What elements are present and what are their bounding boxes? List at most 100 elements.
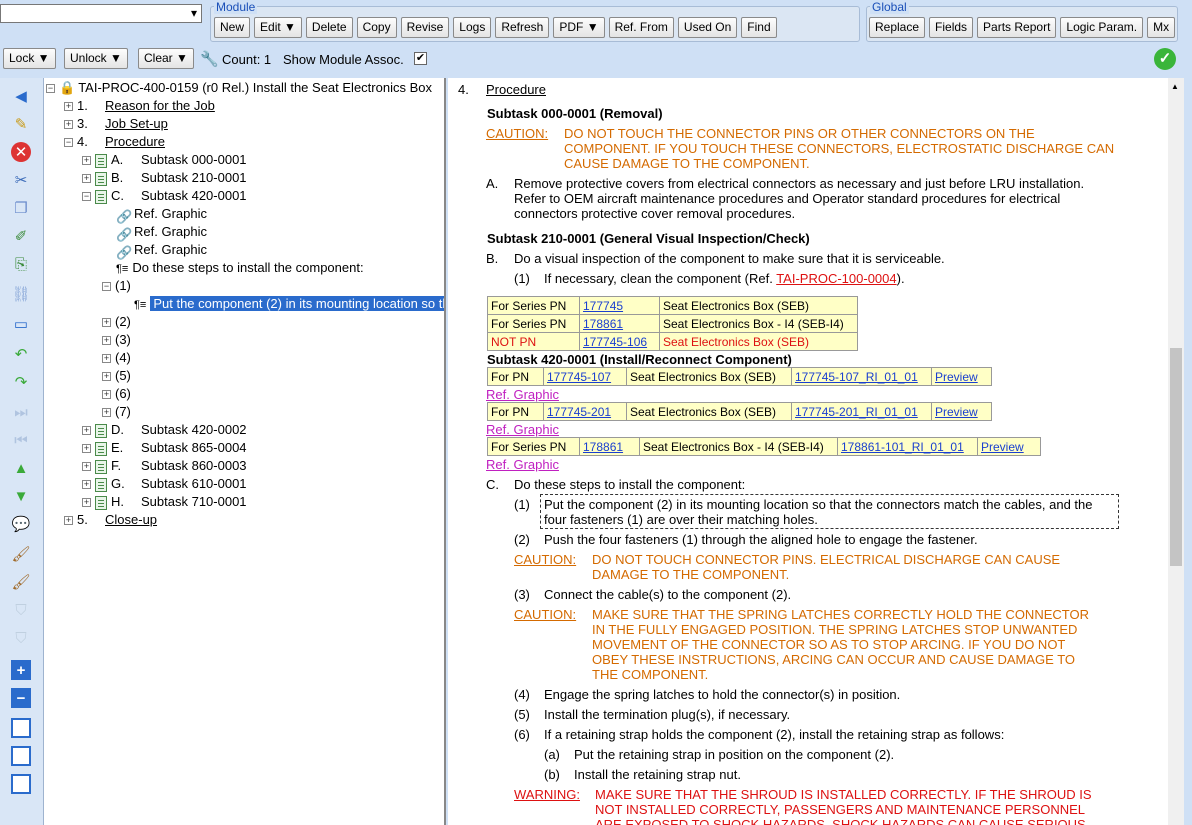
tree-item-step-2[interactable]: + (2) — [102, 313, 131, 331]
redo-icon[interactable]: ↷ — [11, 372, 31, 392]
module-button-ref-from[interactable]: Ref. From — [608, 17, 674, 38]
tree-item-subtask-b[interactable]: + B. Subtask 210-0001 — [82, 169, 247, 187]
show-assoc-checkbox[interactable]: ✔ — [414, 52, 427, 65]
tree-item-step-4[interactable]: + (4) — [102, 349, 131, 367]
paragraph-icon: ¶≡ — [134, 299, 147, 311]
step-text: Install the termination plug(s), if nece… — [544, 707, 791, 722]
clear-button[interactable]: Clear ▼ — [138, 48, 194, 69]
tree-item-step-7[interactable]: + (7) — [102, 403, 131, 421]
tree-panel: − 🔒 TAI-PROC-400-0159 (r0 Rel.) Install th… — [44, 78, 446, 825]
paste-edit-icon[interactable]: ✐ — [11, 226, 31, 246]
ref-graphic-link[interactable]: Ref. Graphic — [486, 422, 559, 437]
tree-item-steps[interactable]: ¶≡ Do these steps to install the componen… — [116, 259, 364, 277]
tree-root[interactable]: − 🔒 TAI-PROC-400-0159 (r0 Rel.) Install th… — [46, 79, 432, 97]
global-button-mx[interactable]: Mx — [1147, 17, 1176, 38]
brush-2-icon[interactable]: 🖌 — [11, 572, 31, 592]
module-button-refresh[interactable]: Refresh — [495, 17, 550, 38]
ok-check-icon[interactable]: ✓ — [1154, 48, 1176, 70]
previous-icon: ⏮ — [14, 431, 28, 449]
global-group-label: Global — [870, 0, 909, 14]
move-down-icon[interactable]: ▼ — [11, 486, 31, 506]
link-icon[interactable]: ⛓ — [11, 284, 31, 304]
clipboard-icon[interactable]: ▭ — [11, 314, 31, 334]
caution-text: COMPONENT. IF YOU TOUCH THESE CONNECTORS… — [564, 141, 1115, 156]
scroll-up-arrow[interactable]: ▲ — [1171, 82, 1179, 91]
global-button-parts-report[interactable]: Parts Report — [977, 17, 1057, 38]
ref-graphic-link[interactable]: Ref. Graphic — [486, 387, 559, 402]
tree-item-ref-graphic-2[interactable]: 🔗 Ref. Graphic — [116, 223, 207, 242]
module-button-used-on[interactable]: Used On — [677, 17, 738, 38]
copy-icon[interactable]: ❐ — [11, 198, 31, 218]
module-select[interactable] — [0, 4, 202, 23]
lock-icon: 🔒 — [59, 80, 76, 95]
collapse-all-icon[interactable]: − — [11, 688, 31, 708]
step-text: If a retaining strap holds the component… — [544, 727, 1005, 742]
unlock-button[interactable]: Unlock ▼ — [64, 48, 128, 69]
comment-icon[interactable]: 💬 — [11, 514, 31, 534]
tree-item-subtask-g[interactable]: + G. Subtask 610-0001 — [82, 475, 247, 493]
module-buttons: New Edit ▼ Delete Copy Revise Logs Refresh PDF … — [214, 17, 781, 38]
tree-item-reason[interactable]: +1. Reason for the Job — [64, 97, 215, 115]
global-button-fields[interactable]: Fields — [929, 17, 974, 38]
tree-item-step-1-text[interactable]: ¶≡ Put the component (2) in its mounting … — [134, 295, 444, 313]
tree-item-ref-graphic-3[interactable]: 🔗 Ref. Graphic — [116, 241, 207, 260]
tree-item-subtask-a[interactable]: + A. Subtask 000-0001 — [82, 151, 247, 169]
module-button-logs[interactable]: Logs — [453, 17, 492, 38]
module-button-new[interactable]: New — [214, 17, 251, 38]
tree-item-subtask-f[interactable]: + F. Subtask 860-0003 — [82, 457, 247, 475]
global-button-replace[interactable]: Replace — [869, 17, 926, 38]
subtask-1-title: Subtask 000-0001 (Removal) — [487, 106, 663, 121]
toolbar-row-2: Lock ▼ Unlock ▼ Clear ▼ 🔧 Count: 1 Show … — [0, 48, 1192, 72]
tree-item-step-1[interactable]: − (1) — [102, 277, 131, 295]
module-button-find[interactable]: Find — [741, 17, 777, 38]
module-button-delete[interactable]: Delete — [305, 17, 353, 38]
tree-item-step-3[interactable]: + (3) — [102, 331, 131, 349]
module-button-edit[interactable]: Edit ▼ — [254, 17, 302, 38]
paste-icon[interactable]: ⎘ — [11, 254, 31, 274]
lock-button[interactable]: Lock ▼ — [3, 48, 56, 69]
step-text: Refer to OEM aircraft maintenance proced… — [514, 191, 1061, 206]
tree-item-subtask-e[interactable]: + E. Subtask 865-0004 — [82, 439, 247, 457]
global-button-logic-param[interactable]: Logic Param. — [1060, 17, 1144, 38]
step-text: four fasteners (1) are over their matchi… — [544, 512, 818, 527]
edit-pencil-icon[interactable]: ✎ — [11, 114, 31, 134]
ref-link[interactable]: TAI-PROC-100-0004 — [776, 271, 896, 286]
delete-icon[interactable]: ✕ — [11, 142, 31, 162]
tree-item-subtask-d[interactable]: + D. Subtask 420-0002 — [82, 421, 247, 439]
caution-text: OBEY THESE INSTRUCTIONS, ARCING CAN OCCU… — [592, 652, 1076, 667]
global-buttons: Replace Fields Parts Report Logic Param. Mx — [869, 17, 1179, 38]
tree-item-step-6[interactable]: + (6) — [102, 385, 131, 403]
tree-item-subtask-h[interactable]: + H. Subtask 710-0001 — [82, 493, 247, 511]
brush-icon[interactable]: 🖌 — [11, 544, 31, 564]
scrollbar-thumb[interactable] — [1170, 348, 1182, 566]
step-text: If necessary, clean the component (Ref. … — [544, 271, 905, 286]
undo-icon[interactable]: ↶ — [11, 344, 31, 364]
document-icon — [95, 495, 107, 510]
window-list-icon[interactable] — [11, 774, 31, 794]
module-button-pdf[interactable]: PDF ▼ — [553, 17, 605, 38]
step-text: Do these steps to install the component: — [514, 477, 746, 492]
window-split-icon[interactable] — [11, 746, 31, 766]
count-icon: 🔧 — [200, 51, 219, 68]
section-number: 4. — [458, 82, 469, 97]
move-up-icon[interactable]: ▲ — [11, 458, 31, 478]
cut-icon[interactable]: ✂ — [11, 170, 31, 190]
tree-item-step-5[interactable]: + (5) — [102, 367, 131, 385]
window-icon[interactable] — [11, 718, 31, 738]
content-scrollbar[interactable]: ▲ — [1168, 78, 1184, 825]
applicability-table: For Series PN 177745 Seat Electronics Box … — [487, 296, 858, 351]
module-button-copy[interactable]: Copy — [356, 17, 397, 38]
link-icon: 🔗 — [116, 226, 133, 242]
tree-item-ref-graphic-1[interactable]: 🔗 Ref. Graphic — [116, 205, 207, 224]
paragraph-icon: ¶≡ — [116, 263, 129, 275]
tree-item-subtask-c[interactable]: − C. Subtask 420-0001 — [82, 187, 247, 205]
ref-graphic-link[interactable]: Ref. Graphic — [486, 457, 559, 472]
tree-item-job-setup[interactable]: +3. Job Set-up — [64, 115, 168, 133]
tree-item-close-up[interactable]: +5. Close-up — [64, 511, 157, 529]
step-number: (1) — [514, 271, 530, 286]
section-title[interactable]: Procedure — [486, 82, 546, 97]
expand-all-icon[interactable]: + — [11, 660, 31, 680]
tree-item-procedure[interactable]: −4. Procedure — [64, 133, 165, 151]
back-icon[interactable]: ◀ — [11, 86, 31, 106]
module-button-revise[interactable]: Revise — [400, 17, 450, 38]
